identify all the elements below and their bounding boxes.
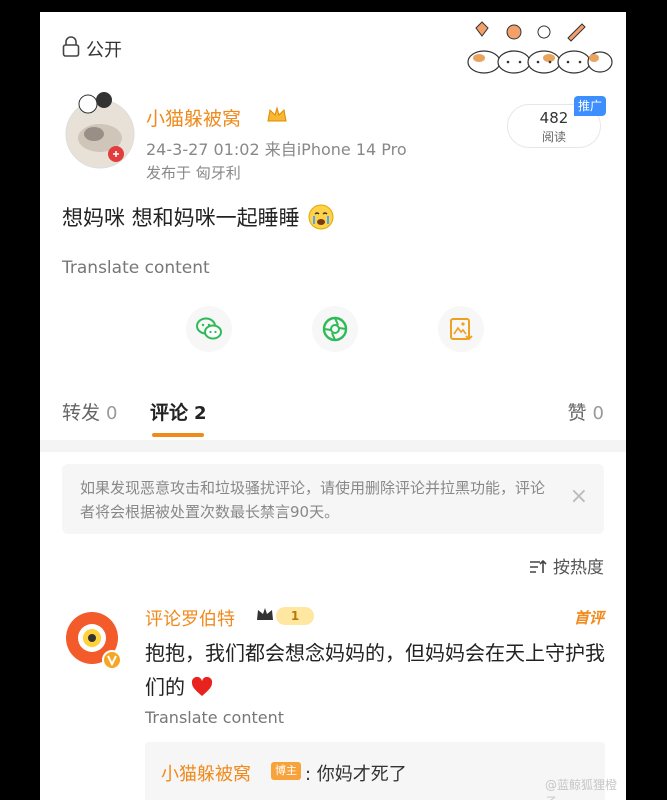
share-moments-button[interactable]: [312, 306, 358, 352]
active-tab-indicator: [152, 433, 204, 437]
first-comment-badge: 首评: [573, 609, 604, 627]
reply-username[interactable]: 小猫躲被窝: [161, 760, 251, 786]
tab-reposts[interactable]: 转发 0: [62, 398, 117, 425]
tab-comments-label: 评论: [150, 402, 189, 424]
user-level-badge: 1: [276, 607, 314, 625]
share-wechat-button[interactable]: [186, 306, 232, 352]
close-icon[interactable]: ×: [570, 486, 588, 508]
tab-reposts-count: 0: [106, 403, 118, 424]
post-datetime-source: 24-3-27 01:02 来自iPhone 14 Pro: [146, 140, 407, 159]
reply-text: : 你妈才死了: [305, 764, 407, 785]
visibility-label[interactable]: 公开: [86, 36, 122, 62]
user-avatar[interactable]: [60, 90, 140, 170]
cats-sticker-icon: [467, 21, 613, 74]
tab-likes-label: 赞: [567, 402, 587, 424]
tab-reposts-label: 转发: [62, 402, 101, 424]
crown-icon: [267, 106, 287, 122]
top-bar: 公开: [40, 12, 626, 80]
tab-likes[interactable]: 赞0: [568, 398, 604, 425]
sort-label: 按热度: [553, 558, 604, 578]
promote-badge[interactable]: 推广: [574, 96, 606, 116]
save-image-icon: [450, 318, 473, 341]
sort-by-hot-button[interactable]: 按热度: [529, 553, 604, 578]
translate-content-link[interactable]: Translate content: [62, 258, 210, 278]
tab-comments[interactable]: 评论 2: [150, 398, 207, 425]
read-count-label: 阅读: [541, 130, 566, 144]
commenter-avatar[interactable]: [62, 608, 126, 672]
tab-comments-count: 2: [194, 403, 207, 424]
comment-text: 抱抱，我们都会想念妈妈的，但妈妈会在天上守护我们的: [145, 641, 605, 699]
vip-crown-icon: [257, 608, 273, 620]
comment-translate-link[interactable]: Translate content: [145, 708, 284, 727]
comment-body: 抱抱，我们都会想念妈妈的，但妈妈会在天上守护我们的: [145, 636, 605, 704]
post-username[interactable]: 小猫躲被窝: [146, 104, 241, 131]
tab-likes-count: 0: [592, 403, 604, 424]
watermark: @蓝鲸狐狸橙子: [545, 778, 618, 800]
weibo-post-screen: 公开 小猫躲被窝 24-3-27 01:02 来自iPhone 14 Pro 发…: [40, 12, 626, 800]
moderation-notice: 如果发现恶意攻击和垃圾骚扰评论，请使用删除评论并拉黑功能，评论者将会根据被处置次…: [62, 464, 604, 534]
author-badge: 博主: [271, 762, 301, 780]
reply-preview[interactable]: 小猫躲被窝 博主 : 你妈才死了: [145, 742, 605, 800]
crying-emoji-icon: [308, 204, 334, 230]
aperture-icon: [322, 316, 348, 342]
wechat-icon: [196, 317, 222, 340]
lock-icon: [62, 36, 80, 57]
post-location: 发布于 匈牙利: [146, 164, 241, 182]
heart-emoji-icon: [192, 677, 213, 696]
commenter-username[interactable]: 评论罗伯特: [145, 605, 235, 631]
save-image-button[interactable]: [438, 306, 484, 352]
post-text: 想妈咪 想和妈咪一起睡睡: [62, 206, 300, 230]
section-divider: [40, 440, 626, 452]
post-body: 想妈咪 想和妈咪一起睡睡: [62, 202, 334, 232]
sort-icon: [530, 559, 547, 573]
notice-text: 如果发现恶意攻击和垃圾骚扰评论，请使用删除评论并拉黑功能，评论者将会根据被处置次…: [80, 479, 546, 521]
